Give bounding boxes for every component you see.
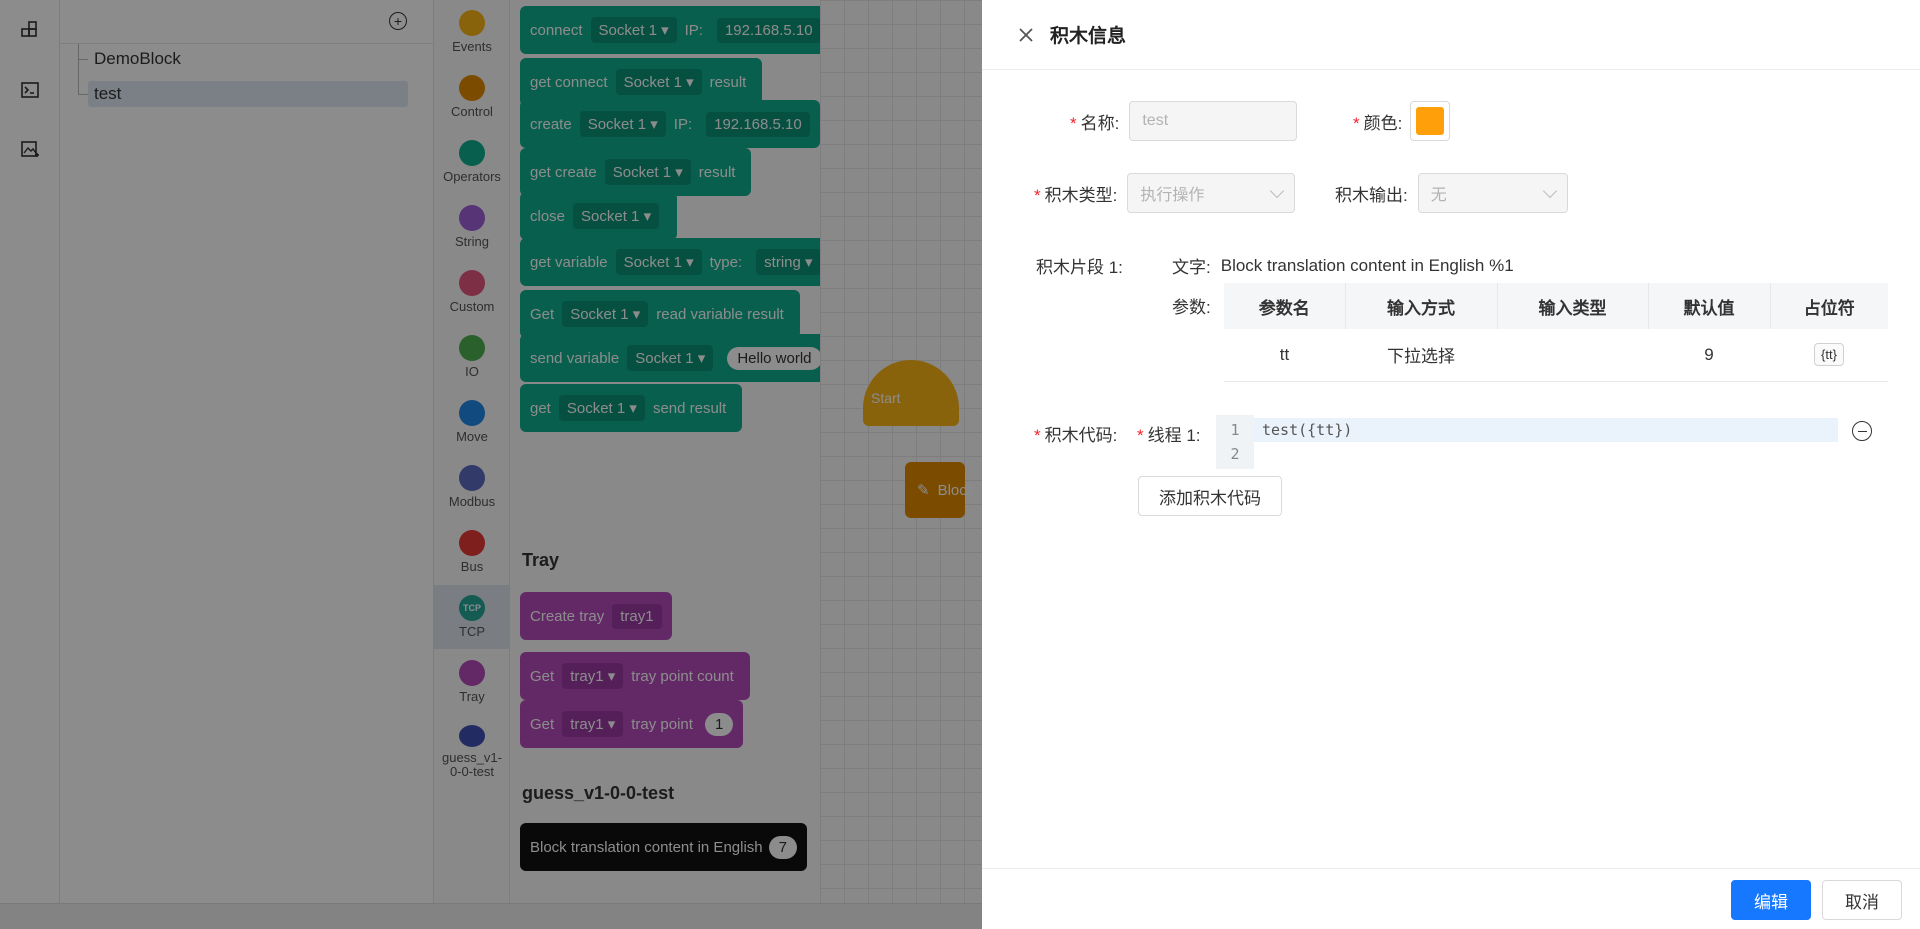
drawer-header: 积木信息	[982, 0, 1920, 70]
block-info-drawer: 积木信息 * 名称: test * 颜色: * 积木类型: 执行操作 积木输出: 无 …	[982, 0, 1920, 929]
drawer-title: 积木信息	[1050, 26, 1127, 47]
code-lines: test({tt})	[1254, 415, 1838, 469]
column-header: 参数名	[1224, 283, 1346, 329]
params-header-row: 参数名 输入方式 输入类型 默认值 占位符	[1224, 283, 1888, 329]
output-label: 积木输出:	[1335, 185, 1408, 205]
color-label-text: 颜色:	[1363, 113, 1403, 133]
close-icon[interactable]	[1016, 25, 1036, 45]
code-line[interactable]: test({tt})	[1254, 418, 1838, 442]
code-label: * 积木代码:	[1034, 421, 1117, 446]
text-label: 文字:	[1172, 258, 1211, 277]
type-label: * 积木类型:	[1034, 181, 1117, 206]
edit-button[interactable]: 编辑	[1731, 880, 1811, 920]
segment-text-row: 文字: Block translation content in English…	[1172, 253, 1514, 278]
param-placeholder-cell: {tt}	[1770, 329, 1888, 382]
name-label-text: 名称:	[1080, 113, 1120, 133]
placeholder-tag: {tt}	[1814, 343, 1844, 367]
line-gutter: 1 2	[1216, 415, 1254, 469]
param-name-cell: tt	[1224, 329, 1345, 382]
thread-label-row: * 线程 1:	[1137, 421, 1201, 446]
params-label-row: 参数:	[1172, 293, 1211, 318]
thread-label: * 线程 1:	[1137, 421, 1201, 446]
segment-label-row: 积木片段 1:	[1036, 253, 1123, 278]
required-mark: *	[1353, 113, 1360, 133]
name-label: * 名称:	[1070, 109, 1119, 134]
param-type-cell	[1497, 329, 1648, 382]
line-number: 2	[1230, 445, 1240, 463]
segment-label: 积木片段 1:	[1036, 258, 1123, 277]
name-row: * 名称: test	[1070, 101, 1298, 141]
code-label-row: * 积木代码:	[1034, 421, 1117, 446]
required-mark: *	[1034, 426, 1041, 445]
required-mark: *	[1137, 426, 1144, 445]
type-row: * 积木类型: 执行操作	[1034, 173, 1296, 213]
color-picker[interactable]	[1410, 101, 1451, 141]
type-select-value: 执行操作	[1140, 187, 1205, 204]
required-mark: *	[1034, 185, 1041, 205]
thread-label-text: 线程 1:	[1147, 426, 1201, 445]
params-table: 参数名 输入方式 输入类型 默认值 占位符 tt 下拉选择 9 {tt}	[1224, 283, 1888, 382]
column-header: 占位符	[1770, 283, 1888, 329]
text-value: Block translation content in English %1	[1220, 255, 1514, 275]
chevron-down-icon	[1270, 183, 1285, 198]
type-select[interactable]: 执行操作	[1127, 173, 1296, 213]
required-mark: *	[1070, 113, 1077, 133]
color-swatch	[1416, 107, 1445, 135]
color-label: * 颜色:	[1353, 109, 1402, 134]
chevron-down-icon	[1542, 183, 1557, 198]
output-select-value: 无	[1430, 187, 1447, 204]
remove-circle-icon[interactable]	[1852, 421, 1872, 441]
table-row: tt 下拉选择 9 {tt}	[1224, 329, 1888, 382]
column-header: 输入方式	[1345, 283, 1498, 329]
param-default-cell: 9	[1648, 329, 1770, 382]
color-row: * 颜色:	[1353, 101, 1451, 141]
output-select[interactable]: 无	[1417, 173, 1568, 213]
add-code-button[interactable]: 添加积木代码	[1138, 476, 1282, 516]
line-number: 1	[1230, 421, 1240, 439]
param-method-cell: 下拉选择	[1345, 329, 1497, 382]
output-row: 积木输出: 无	[1335, 173, 1568, 213]
drawer-footer: 编辑 取消	[982, 868, 1920, 929]
column-header: 默认值	[1648, 283, 1771, 329]
code-editor[interactable]: 1 2 test({tt})	[1216, 415, 1838, 469]
type-label-text: 积木类型:	[1044, 185, 1118, 205]
cancel-button[interactable]: 取消	[1822, 880, 1902, 920]
code-label-text: 积木代码:	[1044, 426, 1118, 445]
params-label: 参数:	[1172, 298, 1211, 317]
name-input[interactable]: test	[1129, 101, 1298, 141]
column-header: 输入类型	[1497, 283, 1649, 329]
